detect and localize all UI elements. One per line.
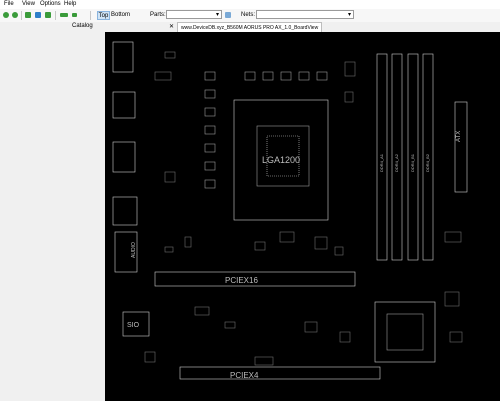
audio-label: AUDIO bbox=[131, 242, 137, 258]
parts-dropdown[interactable]: ▾ bbox=[166, 10, 222, 19]
forward-icon[interactable] bbox=[12, 12, 18, 18]
tab-boardview[interactable]: www.DeviceDB.xyz_B560M AORUS PRO AX_1.0_… bbox=[177, 22, 323, 32]
menu-file[interactable]: File bbox=[4, 1, 14, 7]
pciex16-label: PCIEX16 bbox=[225, 276, 258, 285]
board-view[interactable]: LGA1200 PCIEX16 PCIEX4 SIO AUDIO ATX DDR… bbox=[105, 32, 500, 401]
toolbar-separator bbox=[90, 11, 91, 20]
io-block bbox=[112, 91, 136, 119]
toolbar: Top Bottom Parts: ▾ Nets: ▾ bbox=[0, 9, 500, 22]
top-side-button[interactable]: Top bbox=[97, 11, 110, 20]
dimm-b2-label: DDR4_B2 bbox=[425, 153, 430, 172]
nets-label: Nets: bbox=[241, 12, 256, 18]
toolbar-separator bbox=[55, 11, 56, 20]
atx-connector bbox=[454, 101, 468, 193]
pciex4-slot bbox=[179, 366, 381, 380]
toolbar-separator bbox=[21, 11, 22, 20]
pch-outline bbox=[374, 301, 436, 363]
io-block bbox=[112, 141, 136, 173]
flip-icon[interactable] bbox=[72, 13, 77, 17]
parts-label: Parts: bbox=[150, 12, 166, 18]
panel-header-row: Catalog ✕ www.DeviceDB.xyz_B560M AORUS P… bbox=[0, 22, 500, 32]
menu-view[interactable]: View bbox=[22, 1, 35, 7]
zoom-out-icon[interactable] bbox=[45, 12, 51, 18]
io-block bbox=[112, 41, 134, 73]
dimm-a1-label: DDR4_A1 bbox=[379, 153, 384, 172]
atx-label: ATX bbox=[456, 131, 462, 142]
board-canvas: LGA1200 PCIEX16 PCIEX4 SIO AUDIO ATX DDR… bbox=[112, 41, 468, 380]
menu-options[interactable]: Options bbox=[40, 1, 61, 7]
dimm-a2-label: DDR4_A2 bbox=[394, 153, 399, 172]
rotate-icon[interactable] bbox=[60, 13, 68, 17]
cpu-socket-label: LGA1200 bbox=[262, 155, 300, 165]
chevron-down-icon: ▾ bbox=[215, 12, 219, 18]
bottom-side-button[interactable]: Bottom bbox=[111, 11, 130, 20]
catalog-label: Catalog bbox=[72, 23, 93, 29]
menu-help[interactable]: Help bbox=[64, 1, 76, 7]
dimm-b1-label: DDR4_B1 bbox=[410, 153, 415, 172]
catalog-panel bbox=[0, 32, 105, 401]
back-icon[interactable] bbox=[3, 12, 9, 18]
zoom-in-icon[interactable] bbox=[25, 12, 31, 18]
sio-label: SIO bbox=[127, 322, 140, 329]
nets-dropdown[interactable]: ▾ bbox=[256, 10, 354, 19]
pch-core bbox=[386, 313, 424, 351]
io-block bbox=[112, 196, 138, 226]
pciex4-label: PCIEX4 bbox=[230, 371, 259, 380]
chevron-down-icon: ▾ bbox=[347, 12, 351, 18]
close-tab-icon[interactable]: ✕ bbox=[169, 23, 174, 30]
search-icon[interactable] bbox=[225, 12, 231, 18]
zoom-fit-icon[interactable] bbox=[35, 12, 41, 18]
menu-bar: File View Options Help bbox=[0, 0, 500, 9]
